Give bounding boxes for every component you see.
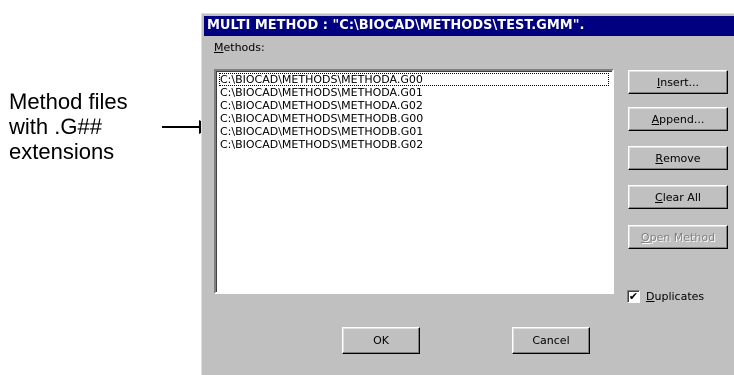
insert-button[interactable]: Insert...: [628, 70, 728, 94]
list-item[interactable]: C:\BIOCAD\METHODS\METHODA.G02: [219, 99, 609, 112]
open-method-button[interactable]: Open Method: [628, 225, 728, 249]
list-item[interactable]: C:\BIOCAD\METHODS\METHODA.G00: [219, 73, 609, 86]
append-accel: A: [651, 112, 660, 126]
annotation-text: Method files with .G## extensions: [9, 89, 128, 164]
multi-method-dialog: MULTI METHOD : "C:\BIOCAD\METHODS\TEST.G…: [201, 13, 734, 375]
list-item[interactable]: C:\BIOCAD\METHODS\METHODA.G01: [219, 86, 609, 99]
open-method-accel: O: [640, 230, 650, 244]
list-item[interactable]: C:\BIOCAD\METHODS\METHODB.G01: [219, 125, 609, 138]
list-item[interactable]: C:\BIOCAD\METHODS\METHODB.G02: [219, 138, 609, 151]
duplicates-checkbox[interactable]: ✔: [627, 290, 640, 303]
remove-accel: R: [655, 151, 664, 165]
cancel-button[interactable]: Cancel: [512, 327, 590, 354]
duplicates-label: Duplicates: [646, 290, 704, 303]
clear-all-label: lear All: [662, 190, 701, 204]
append-label: ppend...: [659, 112, 705, 126]
remove-label: emove: [663, 151, 701, 165]
annotation-line: Method files: [9, 89, 128, 114]
open-method-label: pen Method: [649, 230, 716, 244]
list-item[interactable]: C:\BIOCAD\METHODS\METHODB.G00: [219, 112, 609, 125]
clear-all-accel: C: [655, 190, 663, 204]
duplicates-label-rest: uplicates: [654, 290, 705, 303]
methods-label-rest: ethods:: [223, 41, 265, 54]
insert-label: nsert...: [660, 75, 700, 89]
duplicates-option[interactable]: ✔ Duplicates: [627, 290, 704, 303]
remove-button[interactable]: Remove: [628, 146, 728, 170]
clear-all-button[interactable]: Clear All: [628, 185, 728, 209]
dialog-title[interactable]: MULTI METHOD : "C:\BIOCAD\METHODS\TEST.G…: [204, 16, 734, 36]
ok-button[interactable]: OK: [342, 327, 420, 354]
append-button[interactable]: Append...: [628, 107, 728, 131]
annotation-arrow-line: [162, 126, 201, 128]
annotation-line: extensions: [9, 139, 115, 164]
methods-label-accel: M: [214, 41, 224, 54]
methods-listbox[interactable]: C:\BIOCAD\METHODS\METHODA.G00 C:\BIOCAD\…: [214, 69, 614, 294]
annotation-line: with .G##: [9, 114, 102, 139]
methods-label: Methods:: [214, 41, 265, 54]
checkmark-icon: ✔: [628, 290, 639, 303]
